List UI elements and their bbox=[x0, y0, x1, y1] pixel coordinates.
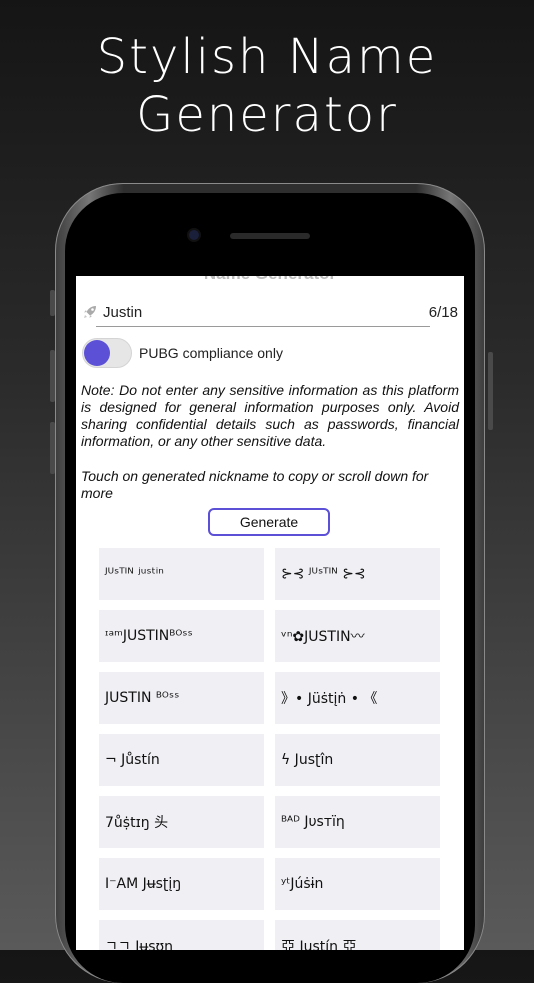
toggle-knob bbox=[84, 340, 110, 366]
volume-up-button bbox=[50, 350, 55, 402]
nickname-cell[interactable]: ᴮᴬᴰ Jυѕтïη bbox=[275, 796, 440, 848]
input-underline bbox=[96, 326, 430, 327]
nickname-cell[interactable]: ㄱㄱ Jʉsʊn bbox=[99, 920, 264, 950]
nickname-cell[interactable]: 7ůṩtɪŋ 头 bbox=[99, 796, 264, 848]
char-counter: 6/18 bbox=[428, 304, 458, 321]
nickname-cell[interactable]: 》• Jüṡtįṅ • 《 bbox=[275, 672, 440, 724]
nickname-cell[interactable]: ϟ Jusʈîn bbox=[275, 734, 440, 786]
nickname-cell[interactable]: I⁻AM Jʉѕʈįŋ bbox=[99, 858, 264, 910]
pubg-toggle-row: PUBG compliance only bbox=[82, 336, 452, 370]
nickname-cell[interactable]: ¬ Jůstín bbox=[99, 734, 264, 786]
nickname-cell[interactable]: ᵛⁿ✿JUSTIN〰 bbox=[275, 610, 440, 662]
nickname-cell[interactable]: 亞 Justín 亞 bbox=[275, 920, 440, 950]
mute-switch bbox=[50, 290, 55, 316]
pubg-compliance-toggle[interactable] bbox=[82, 338, 132, 368]
pubg-toggle-label: PUBG compliance only bbox=[139, 345, 283, 361]
nickname-cell[interactable]: ᶦᵃᵐJUSTINᴮᴼˢˢ bbox=[99, 610, 264, 662]
name-input[interactable]: Justin bbox=[103, 304, 142, 321]
app-screen: Name Generator Justin 6/18 PUBG complian… bbox=[76, 276, 464, 950]
rocket-icon bbox=[82, 304, 98, 320]
sensitive-info-note: Note: Do not enter any sensitive informa… bbox=[81, 382, 459, 449]
nickname-cell[interactable]: ᴶᵁˢᵀᴵᴺ ʲᵘˢᵗⁱⁿ bbox=[99, 548, 264, 600]
name-input-row[interactable]: Justin 6/18 bbox=[76, 300, 464, 328]
screen-title: Name Generator bbox=[76, 276, 464, 284]
nickname-cell[interactable]: JUSTIN ᴮᴼˢˢ bbox=[99, 672, 264, 724]
volume-down-button bbox=[50, 422, 55, 474]
nickname-cell[interactable]: ʸᵗJúṡɨn bbox=[275, 858, 440, 910]
nickname-cell[interactable]: ⊱⊰ ᴶᵁˢᵀᴵᴺ ⊱⊰ bbox=[275, 548, 440, 600]
copy-hint: Touch on generated nickname to copy or s… bbox=[81, 468, 429, 501]
earpiece-speaker bbox=[230, 233, 310, 239]
headline-line2: Generator bbox=[136, 87, 398, 143]
front-camera bbox=[189, 230, 199, 240]
headline-line1: Stylish Name bbox=[96, 29, 438, 85]
generate-button[interactable]: Generate bbox=[208, 508, 330, 536]
power-button bbox=[488, 352, 493, 430]
